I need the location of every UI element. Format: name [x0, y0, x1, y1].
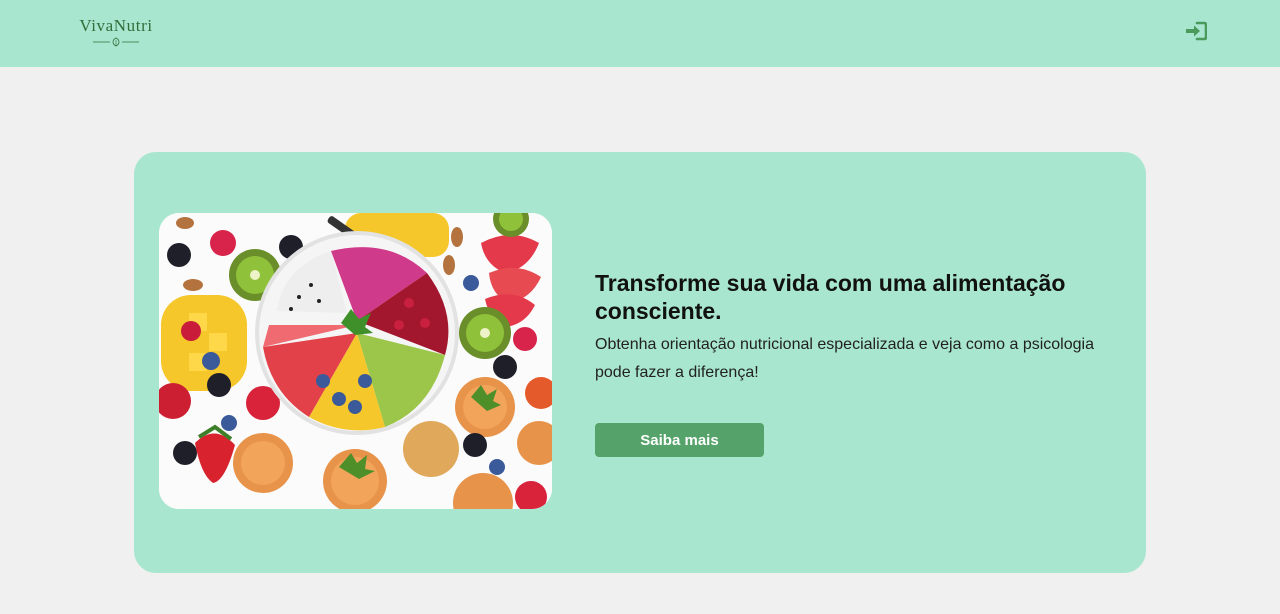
fruit-platter-illustration — [159, 213, 552, 509]
sign-in-icon[interactable] — [1185, 21, 1207, 41]
hero-subtitle: Obtenha orientação nutricional especiali… — [595, 336, 1094, 381]
brand-logo[interactable]: VivaNutri — [68, 16, 164, 47]
hero-text-block: Transforme sua vida com uma alimentação … — [595, 269, 1095, 387]
leaf-logo-icon — [93, 37, 139, 47]
hero-card: Transforme sua vida com uma alimentação … — [134, 152, 1146, 573]
food-bowl-image — [159, 213, 552, 509]
logo-text: VivaNutri — [79, 16, 153, 35]
hero-title: Transforme sua vida com uma alimentação … — [595, 270, 1066, 324]
learn-more-button[interactable]: Saiba mais — [595, 423, 764, 457]
top-navbar: VivaNutri — [0, 0, 1280, 67]
